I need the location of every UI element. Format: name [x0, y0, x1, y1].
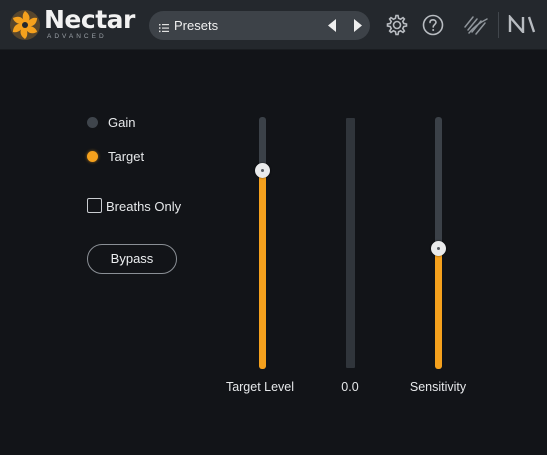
radio-indicator — [87, 151, 98, 162]
mode-radio-label: Gain — [108, 115, 136, 130]
radio-indicator — [87, 117, 98, 128]
checkbox-box[interactable] — [87, 198, 102, 213]
gear-icon[interactable] — [386, 14, 408, 36]
sensitivity-slider[interactable] — [431, 117, 446, 369]
header-bar: Nectar ADVANCED Presets — [0, 0, 547, 50]
help-icon[interactable] — [422, 14, 444, 36]
sensitivity-label: Sensitivity — [409, 380, 467, 394]
header-divider — [498, 12, 499, 38]
preset-name[interactable]: Presets — [174, 18, 218, 33]
target-level-label: Target Level — [225, 380, 295, 394]
target-level-slider[interactable] — [255, 117, 270, 369]
target-level-handle[interactable] — [255, 163, 270, 178]
sensitivity-handle[interactable] — [431, 241, 446, 256]
list-icon — [159, 20, 169, 33]
level-meter — [346, 118, 355, 368]
link-icon[interactable] — [463, 13, 489, 37]
nectar-logo-icon — [8, 8, 42, 42]
chevron-left-icon[interactable] — [325, 18, 339, 33]
sensitivity-fill — [435, 248, 442, 369]
breaths-only-label: Breaths Only — [106, 199, 182, 214]
app-title: Nectar — [44, 5, 135, 34]
bypass-button[interactable]: Bypass — [87, 244, 177, 274]
preset-selector[interactable]: Presets — [149, 11, 370, 40]
meter-value-readout: 0.0 — [341, 380, 359, 394]
target-level-fill — [259, 170, 266, 369]
chevron-right-icon[interactable] — [351, 18, 365, 33]
mode-radio-label: Target — [108, 149, 145, 164]
native-instruments-icon[interactable] — [508, 15, 536, 33]
app-subtitle: ADVANCED — [47, 33, 107, 40]
